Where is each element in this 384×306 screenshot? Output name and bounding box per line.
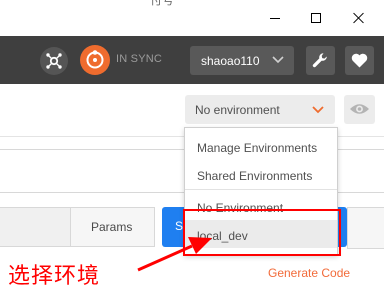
- send-label: S: [175, 219, 184, 233]
- interceptor-icon[interactable]: [40, 47, 68, 75]
- annotation-arrow-icon: [137, 237, 212, 272]
- eye-icon: [350, 104, 369, 114]
- environment-select[interactable]: No environment: [185, 95, 335, 124]
- sync-icon[interactable]: [80, 45, 110, 75]
- maximize-button[interactable]: [297, 5, 337, 31]
- sync-status-text: IN SYNC: [116, 53, 163, 65]
- heart-button[interactable]: [345, 46, 374, 75]
- close-window-button[interactable]: [340, 5, 380, 31]
- menu-item-manage-environments[interactable]: Manage Environments: [185, 132, 337, 160]
- menu-item-shared-environments[interactable]: Shared Environments: [185, 160, 337, 188]
- heart-icon: [351, 53, 368, 68]
- send-options-button[interactable]: [347, 207, 384, 249]
- environment-quick-look-button[interactable]: [344, 95, 375, 124]
- app-header: IN SYNC shaoao110: [0, 36, 384, 84]
- annotation-label: 选择环境: [8, 264, 101, 289]
- settings-wrench-button[interactable]: [306, 46, 335, 75]
- user-menu-button[interactable]: shaoao110: [190, 46, 294, 75]
- params-label: Params: [91, 220, 133, 234]
- chevron-down-icon: [312, 106, 324, 114]
- username-label: shaoao110: [201, 54, 260, 68]
- menu-item-label: Manage Environments: [197, 141, 318, 155]
- wrench-icon: [312, 53, 327, 68]
- environment-select-value: No environment: [195, 103, 280, 117]
- request-url-input[interactable]: [0, 207, 71, 247]
- chevron-down-icon: [272, 56, 284, 64]
- window-titlebar: 付号: [0, 0, 384, 36]
- menu-item-label: Shared Environments: [197, 169, 313, 183]
- tab-title-fragment: 付号: [150, 0, 175, 7]
- generate-code-link[interactable]: Generate Code: [268, 266, 350, 280]
- menu-divider: [185, 189, 337, 190]
- minimize-button[interactable]: [256, 5, 296, 31]
